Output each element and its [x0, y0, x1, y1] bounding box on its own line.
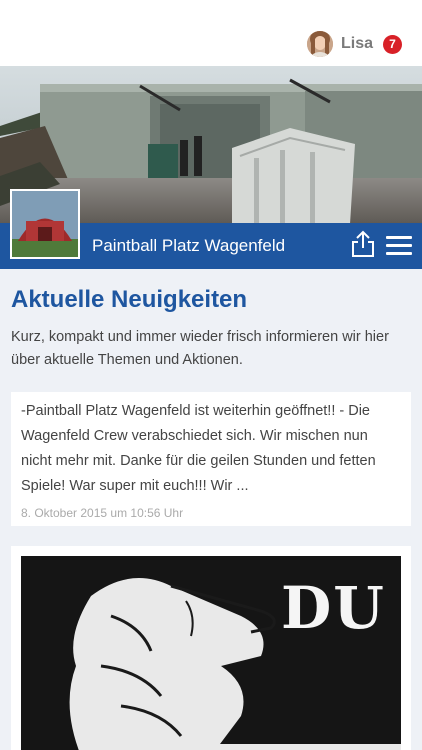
- avatar[interactable]: [306, 31, 333, 57]
- news-text: -Paintball Platz Wagenfeld ist weiterhin…: [21, 403, 376, 494]
- news-date: 8. Oktober 2015 um 10:56 Uhr: [21, 506, 184, 520]
- news-card[interactable]: -Paintball Platz Wagenfeld ist weiterhin…: [11, 392, 411, 526]
- venue-thumbnail[interactable]: [10, 189, 80, 259]
- user-name[interactable]: Lisa: [341, 35, 373, 53]
- hamburger-menu-icon: [386, 236, 412, 255]
- poster-text: DU: [281, 574, 386, 642]
- share-button[interactable]: [350, 230, 376, 258]
- share-icon: [352, 230, 374, 257]
- menu-button[interactable]: [386, 236, 412, 256]
- venue-title: Paintball Platz Wagenfeld: [92, 236, 286, 255]
- news-poster-image: DU: [21, 556, 401, 750]
- top-bar: Lisa 7: [0, 0, 422, 66]
- user-profile[interactable]: Lisa 7: [306, 30, 402, 58]
- section-title: Aktuelle Neuigkeiten: [11, 286, 248, 313]
- notification-badge[interactable]: 7: [383, 34, 402, 54]
- section-intro: Kurz, kompakt und immer wieder frisch in…: [11, 329, 389, 368]
- news-image-card[interactable]: DU: [11, 546, 411, 750]
